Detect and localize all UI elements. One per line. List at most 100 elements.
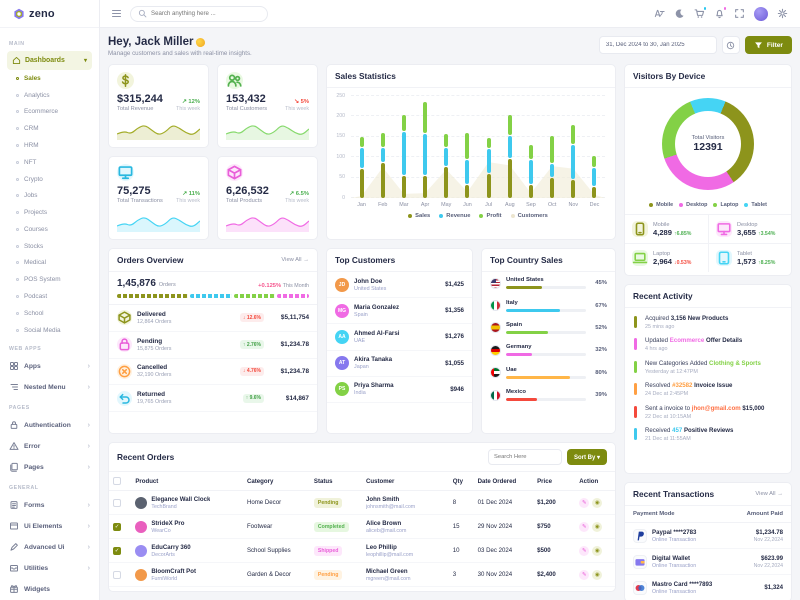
payment-type: Online Transaction [652,537,696,543]
bullet-icon [16,278,19,281]
payment-method-icon [633,581,647,595]
hamburger-menu-icon[interactable] [112,10,121,17]
sidebar-menu-item[interactable]: Ui Elements › [7,516,92,537]
sidebar-menu-item[interactable]: Apps › [7,356,92,377]
orders-overview-card: Orders Overview View All → 1,45,876 Orde… [108,248,318,434]
row-checkbox[interactable]: ✓ [113,571,121,579]
edit-pencil-button[interactable]: ✎ [579,498,589,508]
visitors-by-device-card: Visitors By Device Total Visitors 12391 [624,64,792,276]
translate-icon[interactable] [654,8,665,19]
table-row: ✓ EduCarry 360 DecorArts [109,539,615,563]
greeting-subtitle: Manage customers and sales with real-tim… [108,50,252,57]
customer-row: AT Akira Tanaka Japan $1,055 [327,351,472,377]
order-change-badge: ↓ 12.6% [240,313,264,322]
card-title: Top Customers [335,255,395,265]
dark-mode-moon-icon[interactable] [674,8,685,19]
table-header-row: ProductCategoryStatusCustomerQtyDate Ord… [109,472,615,491]
edit-pencil-button[interactable]: ✎ [579,570,589,580]
history-clock-button[interactable] [722,36,740,54]
notifications-bell-icon[interactable] [714,8,725,19]
sidebar-menu-item[interactable]: Authentication › [7,415,92,436]
country-name: Germany [506,344,586,350]
device-stat: Tablet 1,573↑8.25% [708,243,791,272]
date-range-input[interactable] [599,36,717,54]
edit-pencil-button[interactable]: ✎ [579,522,589,532]
user-avatar[interactable] [754,7,768,21]
activity-text: Received 457 Positive Reviews [645,427,782,434]
sidebar-subitem-label: Projects [24,209,47,216]
row-checkbox[interactable]: ✓ [113,523,121,531]
global-search[interactable] [130,6,268,22]
sidebar-subitem[interactable]: Analytics [7,87,92,104]
sidebar-menu-item[interactable]: Error › [7,436,92,457]
status-badge: Completed [314,522,349,532]
sidebar-menu-item[interactable]: Utilities › [7,558,92,579]
sidebar-subitem[interactable]: Courses [7,221,92,238]
activity-item: Resolved #32582 Invoice Issue 24 Dec at … [634,382,782,397]
filter-button[interactable]: Filter [745,36,792,54]
bullet-icon [16,295,19,298]
sort-by-button[interactable]: Sort By ▾ [567,449,607,465]
order-date: 01 Dec 2024 [474,491,534,515]
sidebar-subitem[interactable]: Sales [7,70,92,87]
edit-pencil-button[interactable]: ✎ [579,546,589,556]
sidebar-subitem[interactable]: POS System [7,271,92,288]
country-flag-icon [490,278,501,289]
activity-marker [634,428,637,440]
cart-icon[interactable] [694,8,705,19]
country-row: Spain 52% [482,317,615,339]
sidebar-subitem[interactable]: Projects [7,204,92,221]
country-name: Italy [506,300,586,306]
table-search[interactable] [488,449,562,465]
avatar: AA [335,330,349,344]
sidebar-menu-item[interactable]: Widgets [7,579,92,600]
sidebar-menu-item[interactable]: Forms › [7,495,92,516]
fullscreen-icon[interactable] [734,8,745,19]
stat-change: ↗ 11% [182,191,200,197]
sidebar-menu-item[interactable]: Advanced Ui › [7,537,92,558]
view-eye-button[interactable]: ◉ [592,522,602,532]
sidebar-subitem[interactable]: Medical [7,255,92,272]
sidebar-subitem[interactable]: CRM [7,120,92,137]
search-input[interactable] [151,10,260,17]
activity-item: Acquired 3,156 New Products 25 mins ago [634,315,782,330]
select-all-checkbox[interactable] [113,477,121,485]
avatar: PS [335,382,349,396]
sidebar-subitem[interactable]: Crypto [7,171,92,188]
stat-card: 75,275 ↗ 11% Total Transactions This wee… [108,156,209,240]
sidebar-menu-item[interactable]: Pages › [7,457,92,478]
country-row: Germany 32% [482,339,615,361]
sidebar-subitem[interactable]: Social Media [7,322,92,339]
legend-dot-icon [439,214,443,218]
country-flag-icon [490,390,501,401]
product-name: StrideX Pro [151,520,184,527]
product-brand: FurniWorld [151,576,196,582]
avatar: JD [335,278,349,292]
sidebar-subitem[interactable]: HRM [7,137,92,154]
view-all-link[interactable]: View All → [281,257,309,263]
stat-period: This week [285,198,309,204]
view-eye-button[interactable]: ◉ [592,498,602,508]
payment-mode: Paypal ****2783 [652,529,696,536]
sidebar-subitem[interactable]: Stocks [7,238,92,255]
sidebar-menu-item[interactable]: Nested Menu › [7,377,92,398]
sidebar-item-dashboards[interactable]: Dashboards ▾ [7,51,92,70]
sidebar-subitem[interactable]: Ecommerce [7,104,92,121]
device-stat: Desktop 3,655↑3.54% [708,215,791,243]
sidebar-subitem[interactable]: School [7,305,92,322]
view-eye-button[interactable]: ◉ [592,546,602,556]
sidebar-subitem[interactable]: NFT [7,154,92,171]
sidebar-subitem[interactable]: Jobs [7,187,92,204]
settings-gear-icon[interactable] [777,8,788,19]
row-checkbox[interactable]: ✓ [113,499,121,507]
table-search-input[interactable] [494,454,556,460]
view-eye-button[interactable]: ◉ [592,570,602,580]
stat-card: 153,432 ↘ 5% Total Customers This week [217,64,318,148]
row-checkbox[interactable]: ✓ [113,547,121,555]
view-all-link[interactable]: View All → [755,491,783,497]
sidebar-subitem[interactable]: Podcast [7,288,92,305]
order-status-row: Returned 19,765 Orders ↑ 9.6% $14,867 [109,385,317,412]
recent-transactions-card: Recent Transactions View All → Payment M… [624,482,792,600]
activity-text: Updated Ecommerce Offer Details [645,337,782,344]
orders-summary: 1,45,876 Orders +0.125% This Month [109,272,317,305]
